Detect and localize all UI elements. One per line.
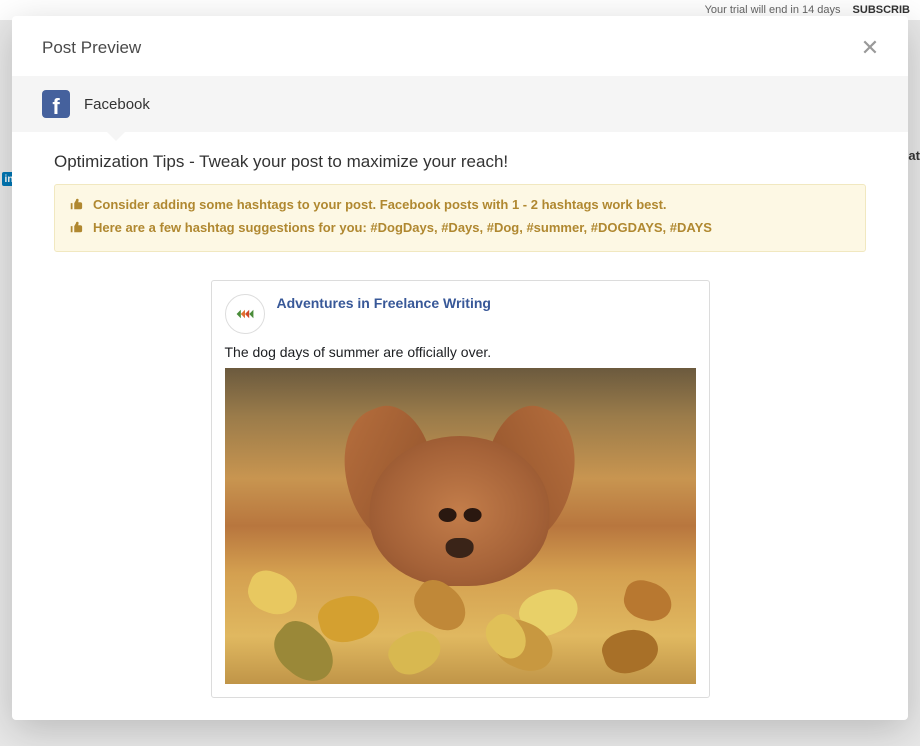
trial-text: Your trial will end in 14 days <box>705 4 841 16</box>
facebook-icon: f <box>42 90 70 118</box>
optimization-heading: Optimization Tips - Tweak your post to m… <box>54 152 866 172</box>
modal-header: Post Preview ✕ <box>12 16 908 76</box>
platform-tab-bar: f Facebook <box>12 76 908 132</box>
content-area: Optimization Tips - Tweak your post to m… <box>12 132 908 728</box>
platform-name: Facebook <box>84 96 150 113</box>
subscribe-link[interactable]: SUBSCRIB <box>853 4 910 16</box>
close-icon: ✕ <box>861 35 879 61</box>
thumbs-up-icon <box>69 197 83 218</box>
tip-item: Here are a few hashtag suggestions for y… <box>69 218 851 241</box>
page-name-link[interactable]: Adventures in Freelance Writing <box>277 294 491 311</box>
page-avatar <box>225 294 265 334</box>
post-text: The dog days of summer are officially ov… <box>225 344 696 360</box>
post-image <box>225 368 696 684</box>
post-preview-card: Adventures in Freelance Writing The dog … <box>211 280 710 698</box>
tips-box: Consider adding some hashtags to your po… <box>54 184 866 252</box>
tip-text: Consider adding some hashtags to your po… <box>93 195 667 216</box>
thumbs-up-icon <box>69 220 83 241</box>
close-button[interactable]: ✕ <box>858 36 882 60</box>
post-preview-modal: Post Preview ✕ f Facebook Optimization T… <box>12 16 908 720</box>
card-header: Adventures in Freelance Writing <box>225 294 696 334</box>
modal-title: Post Preview <box>42 38 141 58</box>
tip-text: Here are a few hashtag suggestions for y… <box>93 218 712 239</box>
tip-item: Consider adding some hashtags to your po… <box>69 195 851 218</box>
